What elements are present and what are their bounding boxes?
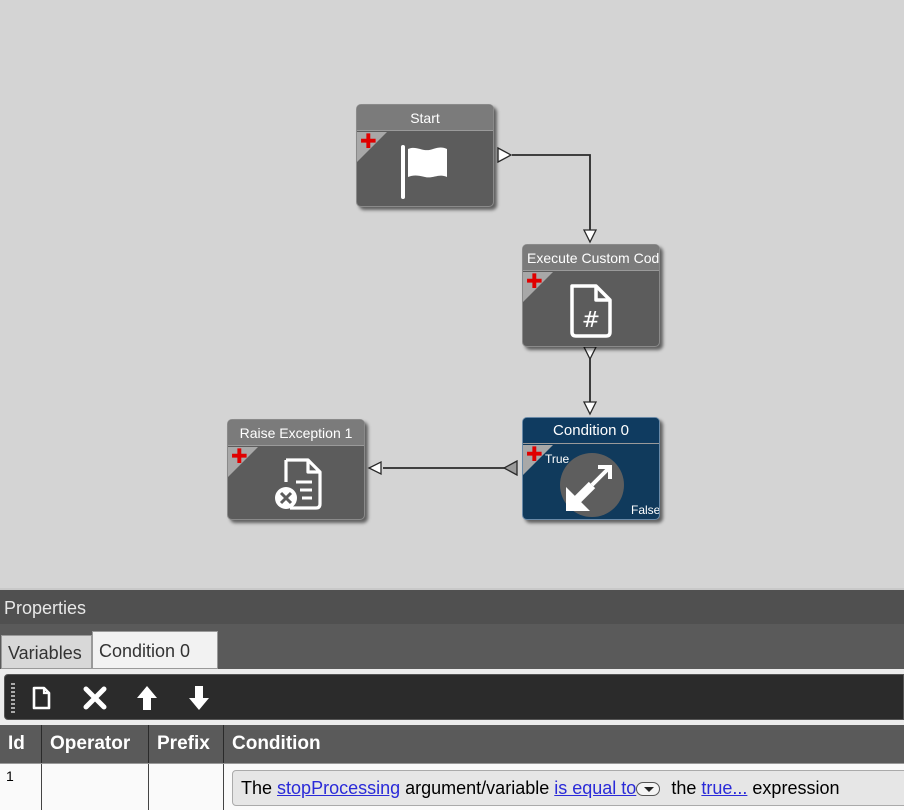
workflow-canvas[interactable]: Start ✚ Execute Custom Code ✚ # Conditio… (0, 0, 904, 582)
condition-text-the: The (241, 778, 273, 798)
cell-id: 1 (0, 764, 42, 810)
condition-text-the-2: the (671, 778, 697, 798)
error-document-icon (275, 458, 322, 510)
add-port-icon[interactable]: ✚ (360, 132, 377, 152)
move-up-button[interactable] (129, 680, 165, 716)
execute-node-title: Execute Custom Code (523, 245, 659, 271)
tab-variables[interactable]: Variables (1, 635, 92, 669)
comparison-dropdown-icon[interactable] (636, 782, 661, 797)
condition-node[interactable]: Condition 0 ✚ True False (522, 417, 660, 520)
column-header-operator[interactable]: Operator (42, 725, 149, 763)
properties-tabs: Variables Condition 0 (0, 624, 904, 669)
column-header-prefix[interactable]: Prefix (149, 725, 224, 763)
execute-custom-code-node[interactable]: Execute Custom Code ✚ # (522, 244, 660, 347)
new-condition-button[interactable] (23, 680, 59, 716)
tab-condition-0[interactable]: Condition 0 (92, 631, 218, 669)
conditions-grid-header: Id Operator Prefix Condition (0, 725, 904, 763)
properties-header: Properties (0, 588, 904, 624)
cell-prefix[interactable] (149, 764, 224, 810)
delete-x-icon (83, 686, 107, 710)
add-port-icon[interactable]: ✚ (526, 445, 543, 465)
condition-toolbar (4, 674, 904, 720)
start-node-title: Start (357, 105, 493, 131)
add-port-icon[interactable]: ✚ (231, 447, 248, 467)
start-node[interactable]: Start ✚ (356, 104, 494, 207)
variable-link[interactable]: stopProcessing (277, 778, 400, 798)
new-document-icon (32, 686, 51, 710)
toolbar-grip[interactable] (11, 683, 15, 713)
branch-arrows-icon (560, 453, 624, 517)
cell-operator[interactable] (42, 764, 149, 810)
connection-lines (367, 146, 598, 477)
hash-document-icon: # (570, 284, 612, 338)
comparison-link[interactable]: is equal to (554, 778, 636, 798)
false-port-label: False (631, 503, 660, 517)
move-down-button[interactable] (181, 680, 217, 716)
column-header-id[interactable]: Id (0, 725, 42, 763)
flag-icon (401, 145, 447, 199)
column-header-condition[interactable]: Condition (224, 725, 904, 763)
arrow-down-icon (189, 686, 209, 710)
condition-text-expression: expression (752, 778, 840, 798)
condition-node-title: Condition 0 (523, 418, 659, 444)
raise-node-title: Raise Exception 1 (228, 420, 364, 446)
value-link[interactable]: true... (701, 778, 747, 798)
arrow-up-icon (137, 686, 157, 710)
raise-exception-node[interactable]: Raise Exception 1 ✚ (227, 419, 365, 520)
condition-expression: The stopProcessing argument/variable is … (232, 770, 904, 806)
delete-condition-button[interactable] (77, 680, 113, 716)
condition-text-argument: argument/variable (405, 778, 550, 798)
svg-text:#: # (582, 308, 600, 333)
add-port-icon[interactable]: ✚ (526, 272, 543, 292)
table-row[interactable]: 1 The stopProcessing argument/variable i… (0, 763, 904, 810)
